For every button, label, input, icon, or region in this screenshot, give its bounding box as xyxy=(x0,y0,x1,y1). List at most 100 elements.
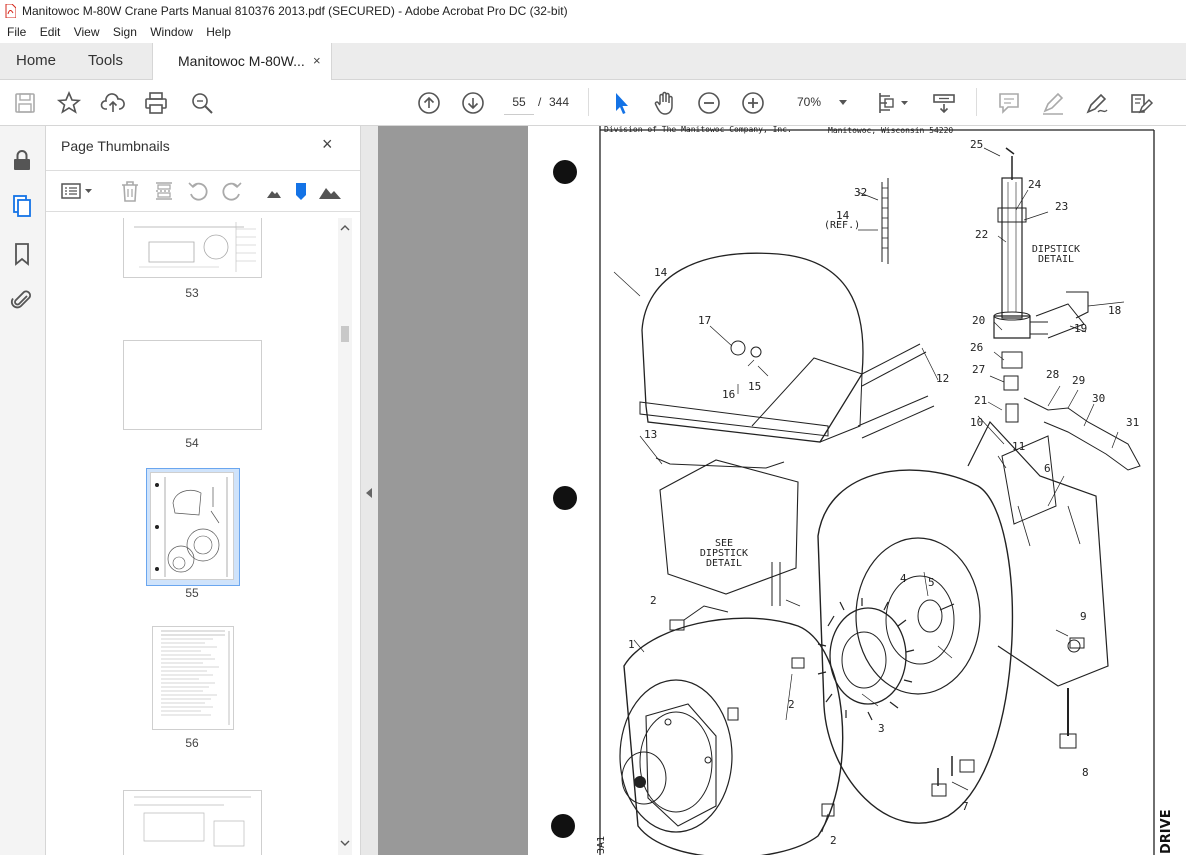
page-fit-icon[interactable] xyxy=(876,90,910,116)
tab-bar: Home Tools Manitowoc M-80W... × xyxy=(0,43,1186,80)
callout-label: 20 xyxy=(972,314,985,327)
thumbnail-page-56[interactable] xyxy=(152,626,234,730)
see-dipstick-label: DETAIL xyxy=(706,558,742,569)
rotate-clockwise-icon[interactable] xyxy=(220,179,244,203)
acrobat-pdf-icon xyxy=(5,4,16,18)
callout-label: 32 xyxy=(854,186,867,199)
edit-tool-icon[interactable] xyxy=(1128,90,1154,116)
panel-title: Page Thumbnails xyxy=(61,138,170,154)
callout-label: 12 xyxy=(936,372,949,385)
callout-label: 13 xyxy=(644,428,657,441)
dipstick-detail-label: DETAIL xyxy=(1038,254,1074,265)
print-icon[interactable] xyxy=(143,90,169,116)
menu-view[interactable]: View xyxy=(74,25,100,39)
callout-label: 7 xyxy=(962,800,969,813)
left-rail xyxy=(0,126,46,855)
upload-cloud-icon[interactable] xyxy=(100,90,126,116)
thumbnail-page-55[interactable] xyxy=(150,472,234,580)
extract-pages-icon[interactable] xyxy=(152,179,176,203)
save-icon[interactable] xyxy=(12,90,38,116)
thumbnail-page-53[interactable] xyxy=(123,218,262,278)
zoom-level-dropdown[interactable]: 70% xyxy=(788,90,854,114)
select-cursor-icon[interactable] xyxy=(608,90,634,116)
tab-close-icon[interactable]: × xyxy=(313,43,321,79)
delete-trash-icon[interactable] xyxy=(118,179,142,203)
page-thumbnails-panel: Page Thumbnails × 53 54 55 56 xyxy=(46,126,361,855)
callout-label: 17 xyxy=(698,314,711,327)
callout-label: 31 xyxy=(1126,416,1139,429)
rotate-counterclockwise-icon[interactable] xyxy=(186,179,210,203)
callout-label: 2 xyxy=(650,594,657,607)
next-page-icon[interactable] xyxy=(460,90,486,116)
callout-label: 26 xyxy=(970,341,983,354)
bookmark-icon[interactable] xyxy=(10,242,34,266)
zoom-in-icon[interactable] xyxy=(740,90,766,116)
scrollbar-graphic xyxy=(340,225,350,846)
attachment-paperclip-icon[interactable] xyxy=(10,288,34,312)
thumbnail-page-57[interactable] xyxy=(123,790,262,855)
tab-document[interactable]: Manitowoc M-80W... × xyxy=(152,43,332,80)
menu-file[interactable]: File xyxy=(7,25,26,39)
comment-icon[interactable] xyxy=(996,90,1022,116)
chevron-down-icon xyxy=(839,100,847,105)
thumbnail-page-54[interactable] xyxy=(123,340,262,430)
callout-label: 3 xyxy=(878,722,885,735)
callout-label: 27 xyxy=(972,363,985,376)
panel-close-icon[interactable]: × xyxy=(322,134,333,155)
window-title: Manitowoc M-80W Crane Parts Manual 81037… xyxy=(22,4,568,18)
menu-help[interactable]: Help xyxy=(206,25,231,39)
sign-pen-icon[interactable] xyxy=(1084,90,1110,116)
side-label-left: 3A1 xyxy=(596,836,607,854)
thumbnail-label: 55 xyxy=(185,586,199,600)
hand-tool-icon[interactable] xyxy=(652,90,678,116)
thumbnail-smaller-icon[interactable] xyxy=(262,179,286,203)
lock-icon[interactable] xyxy=(10,148,34,172)
callout-label: 25 xyxy=(970,138,983,151)
toolbar-divider xyxy=(588,88,589,116)
page-number-input[interactable]: 55 xyxy=(504,90,534,115)
callout-label: 19 xyxy=(1074,322,1087,335)
menu-window[interactable]: Window xyxy=(150,25,193,39)
thumbnail-size-slider-icon[interactable] xyxy=(294,179,308,203)
callout-label: 10 xyxy=(970,416,983,429)
callout-label: 14 xyxy=(654,266,668,279)
zoom-search-icon[interactable] xyxy=(189,90,215,116)
callout-label: 23 xyxy=(1055,200,1068,213)
tab-tools[interactable]: Tools xyxy=(88,43,123,79)
zoom-out-icon[interactable] xyxy=(696,90,722,116)
callout-label: 22 xyxy=(975,228,988,241)
previous-page-icon[interactable] xyxy=(416,90,442,116)
callout-label: 4 xyxy=(900,572,907,585)
zoom-level-value: 70% xyxy=(797,95,822,109)
page-thumbnails-icon[interactable] xyxy=(10,194,34,218)
document-page: Division of The Manitowoc Company, Inc. … xyxy=(528,126,1186,855)
thumbnail-drawing-57 xyxy=(134,796,251,847)
scroll-mode-icon[interactable] xyxy=(931,90,957,116)
callout-label: 30 xyxy=(1092,392,1105,405)
panel-collapse-handle[interactable] xyxy=(361,126,378,855)
thumbnail-toolbar xyxy=(46,170,360,212)
menu-bar: File Edit View Sign Window Help xyxy=(0,22,1186,42)
menu-edit[interactable]: Edit xyxy=(40,25,61,39)
tab-home[interactable]: Home xyxy=(16,43,56,79)
callout-label: (REF.) xyxy=(824,220,860,231)
callout-label: 9 xyxy=(1080,610,1087,623)
menu-sign[interactable]: Sign xyxy=(113,25,137,39)
callout-label: 18 xyxy=(1108,304,1121,317)
thumbnail-larger-icon[interactable] xyxy=(318,179,342,203)
thumbnail-label: 54 xyxy=(185,436,199,450)
callout-label: 1 xyxy=(628,638,635,651)
thumbnail-scrollbar[interactable] xyxy=(338,218,352,855)
callout-label: 5 xyxy=(928,576,935,589)
side-label-drive: DRIVE xyxy=(1159,809,1174,854)
doc-header-right: Manitowoc, Wisconsin 54220 xyxy=(828,126,953,135)
callout-label: 15 xyxy=(748,380,761,393)
callout-label: 6 xyxy=(1044,462,1051,475)
callout-label: 2 xyxy=(830,834,837,847)
thumbnail-label: 56 xyxy=(185,736,199,750)
options-menu-icon[interactable] xyxy=(60,179,96,203)
highlight-pen-icon[interactable] xyxy=(1040,90,1066,116)
document-viewer[interactable]: Division of The Manitowoc Company, Inc. … xyxy=(378,126,1186,855)
callout-label: 2 xyxy=(788,698,795,711)
bookmark-star-icon[interactable] xyxy=(56,90,82,116)
